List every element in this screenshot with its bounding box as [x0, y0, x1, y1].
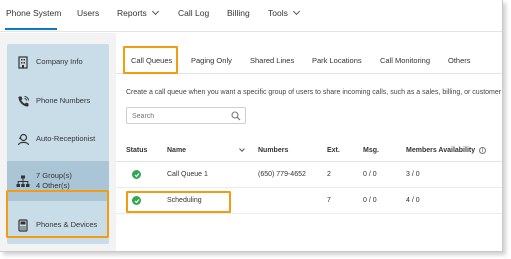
- top-navigation: Phone System Users Reports Call Log Bill…: [0, 0, 502, 32]
- column-header-ext: Ext.: [327, 147, 340, 154]
- app-window: Phone System Users Reports Call Log Bill…: [0, 0, 503, 252]
- queue-msg: 0 / 0: [363, 171, 377, 178]
- sidebar-item-label: Auto-Receptionist: [36, 134, 96, 143]
- nav-billing[interactable]: Billing: [227, 8, 250, 18]
- search-input[interactable]: [132, 110, 230, 122]
- column-header-members-label: Members Availability: [406, 147, 476, 154]
- groups-count: 7 Group(s): [36, 171, 72, 180]
- chevron-down-icon: [292, 7, 300, 16]
- nav-billing-label: Billing: [227, 8, 250, 18]
- queue-ext: 7: [327, 197, 331, 204]
- column-header-numbers: Numbers: [258, 147, 289, 154]
- sidebar-item-auto-receptionist[interactable]: Auto-Receptionist: [7, 121, 109, 157]
- phone-icon: [16, 94, 30, 108]
- nav-call-log-label: Call Log: [178, 8, 210, 18]
- sidebar-item-phone-numbers[interactable]: Phone Numbers: [7, 83, 109, 119]
- receptionist-icon: [16, 132, 30, 146]
- chevron-down-icon: [151, 7, 159, 16]
- sidebar-item-label: Company Info: [36, 57, 83, 66]
- nav-active-indicator: [5, 28, 57, 30]
- queue-ext: 2: [327, 171, 331, 178]
- tab-bar: Call Queues Paging Only Shared Lines Par…: [116, 44, 502, 74]
- queue-name[interactable]: Scheduling: [167, 197, 202, 204]
- column-header-name[interactable]: Name: [167, 146, 245, 154]
- status-active-icon: [132, 170, 141, 179]
- main-content: Call Queues Paging Only Shared Lines Par…: [116, 33, 502, 251]
- search-box: [126, 107, 246, 124]
- queue-msg: 0 / 0: [363, 197, 377, 204]
- search-icon[interactable]: [231, 111, 241, 121]
- queue-members: 3 / 0: [406, 171, 420, 178]
- tab-paging-only[interactable]: Paging Only: [191, 56, 232, 65]
- sidebar-item-label: Phone Numbers: [36, 96, 91, 105]
- highlight-box-groups: [6, 190, 109, 238]
- nav-phone-system[interactable]: Phone System: [6, 8, 61, 18]
- queue-members: 4 / 0: [406, 197, 420, 204]
- page-description: Create a call queue when you want a spec…: [126, 89, 502, 96]
- nav-users[interactable]: Users: [77, 8, 99, 18]
- column-header-msg: Msg.: [363, 147, 379, 154]
- nav-users-label: Users: [77, 8, 100, 18]
- nav-call-log[interactable]: Call Log: [178, 8, 209, 18]
- table-header: Status Name Numbers Ext. Msg. Members Av…: [116, 141, 502, 162]
- others-count: 4 Other(s): [36, 181, 70, 190]
- left-panel: Company Info Phone Numbers Auto-Receptio…: [0, 33, 116, 251]
- column-header-status: Status: [126, 147, 148, 154]
- table-row[interactable]: Call Queue 1 (650) 779-4652 2 0 / 0 3 / …: [116, 162, 502, 188]
- nav-phone-system-label: Phone System: [6, 8, 62, 18]
- nav-tools-label: Tools: [268, 8, 288, 18]
- nav-reports-label: Reports: [117, 8, 147, 18]
- column-header-members-availability: Members Availability i: [406, 147, 487, 154]
- queue-number: (650) 779-4652: [258, 171, 306, 178]
- column-header-name-label: Name: [167, 147, 187, 154]
- highlight-box-call-queues: [123, 46, 178, 74]
- nav-reports[interactable]: Reports: [117, 7, 159, 18]
- group-hierarchy-icon: [16, 174, 30, 188]
- nav-tools[interactable]: Tools: [268, 7, 300, 18]
- tab-call-monitoring[interactable]: Call Monitoring: [380, 56, 430, 65]
- tab-shared-lines[interactable]: Shared Lines: [250, 56, 294, 65]
- tab-others[interactable]: Others: [448, 56, 471, 65]
- sidebar-item-company-info[interactable]: Company Info: [7, 44, 109, 80]
- sidebar-item-label: 7 Group(s) 4 Other(s): [36, 171, 72, 191]
- sort-chevron-icon[interactable]: [239, 146, 245, 152]
- queue-name[interactable]: Call Queue 1: [167, 171, 208, 178]
- tab-park-locations[interactable]: Park Locations: [312, 56, 362, 65]
- info-icon[interactable]: i: [479, 147, 487, 154]
- table-row[interactable]: Scheduling 7 0 / 0 4 / 0: [116, 188, 502, 214]
- building-icon: [16, 55, 30, 69]
